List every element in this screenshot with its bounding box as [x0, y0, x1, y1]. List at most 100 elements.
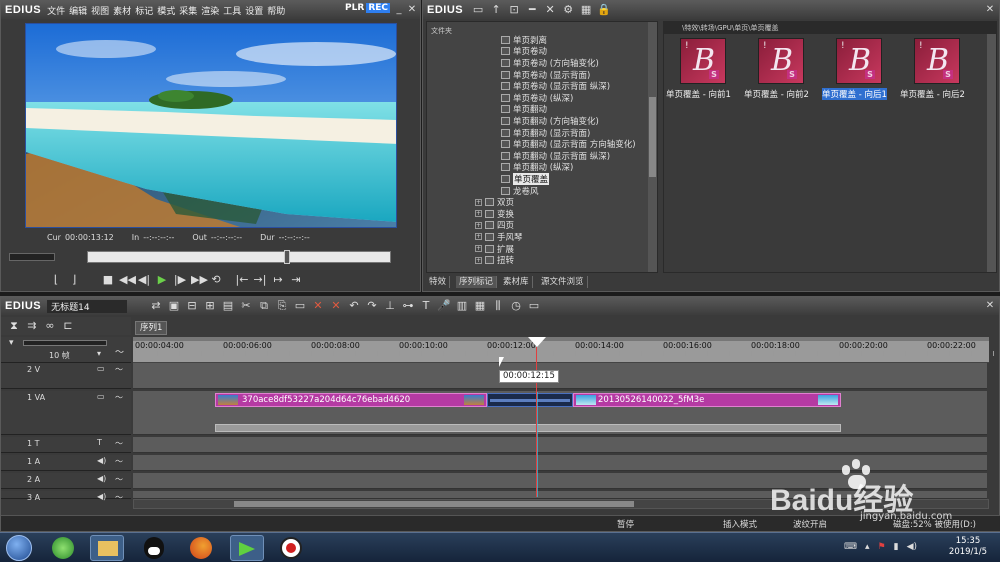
mode-icon-1[interactable]: ⧗	[7, 319, 21, 333]
speaker-icon[interactable]: ◀)	[97, 474, 106, 483]
menu-item[interactable]: 采集	[179, 7, 197, 17]
video-clip-1[interactable]: 370ace8df53227a204d64c76ebad4620	[215, 393, 487, 407]
speaker-icon[interactable]: ◀)	[97, 456, 106, 465]
menu-item[interactable]: 帮助	[267, 7, 285, 17]
layout-icon[interactable]: ▭	[527, 299, 541, 313]
taskbar-qq-icon[interactable]	[144, 537, 164, 559]
tree-item[interactable]: + 双页	[475, 196, 514, 208]
effects-close-icon[interactable]: ✕	[983, 4, 997, 16]
rewind-icon[interactable]: ◀◀	[119, 273, 136, 287]
tray-flag-icon[interactable]: ⚑	[878, 542, 886, 554]
audio-clip[interactable]	[215, 424, 841, 432]
prev-edit-icon[interactable]: |←	[235, 273, 249, 287]
folder-icon[interactable]: ▭	[471, 3, 485, 17]
bin-tab[interactable]: 源文件浏览	[538, 276, 588, 288]
tree-item[interactable]: + 手风琴	[475, 231, 523, 243]
mixer-icon[interactable]: ⫼	[491, 299, 505, 313]
tree-item[interactable]: + 扭转	[475, 254, 514, 266]
tree-item[interactable]: 单页翻动 (显示背面 纵深)	[501, 150, 610, 162]
tray-clock[interactable]: 15:35 2019/1/5	[940, 536, 996, 558]
tray-volume-icon[interactable]: ◀)	[907, 542, 917, 554]
tree-item[interactable]: 单页卷动 (显示背面)	[501, 69, 590, 81]
expand-icon[interactable]: +	[475, 245, 482, 253]
track-lane[interactable]	[133, 437, 987, 453]
taskbar-refresh-icon[interactable]	[52, 537, 74, 559]
waveform-icon[interactable]: 〜	[115, 438, 123, 449]
tray-network-icon[interactable]: ▮	[894, 542, 899, 554]
tree-item[interactable]: 单页卷动 (方向轴变化)	[501, 57, 599, 69]
track-header[interactable]: 1 VA ▭ 〜	[1, 391, 131, 435]
sequence-tab[interactable]: 序列1	[135, 321, 168, 335]
tree-item[interactable]: + 四页	[475, 220, 514, 231]
snapshot-icon[interactable]: ▣	[167, 299, 181, 313]
taskbar-explorer-icon[interactable]	[90, 535, 124, 561]
cut-icon[interactable]: ✂	[239, 299, 253, 313]
mode-icon-4[interactable]: ⊏	[61, 319, 75, 333]
waveform-icon[interactable]: 〜	[115, 364, 123, 375]
clock-icon[interactable]: ◷	[509, 299, 523, 313]
tree-item[interactable]: 单页卷动 (纵深)	[501, 92, 573, 104]
marker-icon[interactable]: ⊥	[383, 299, 397, 313]
start-button[interactable]	[6, 535, 32, 561]
menu-item[interactable]: 模式	[157, 7, 175, 17]
up-icon[interactable]: ↑	[489, 3, 503, 17]
position-slider[interactable]	[87, 250, 391, 264]
render-icon[interactable]: ▥	[455, 299, 469, 313]
tree-scrollbar[interactable]	[648, 22, 657, 272]
copy-icon[interactable]: ⧉	[257, 299, 271, 313]
delete-clip-icon[interactable]: ✕	[311, 299, 325, 313]
delete-icon[interactable]: ✕	[543, 3, 557, 17]
mode-icon-2[interactable]: ⇉	[25, 319, 39, 333]
zoom-slider[interactable]	[23, 340, 107, 346]
properties-icon[interactable]: ⚙	[561, 3, 575, 17]
tree-item[interactable]: 单页卷动	[501, 46, 547, 57]
track-header[interactable]: 2 A ◀) 〜	[1, 473, 131, 489]
menu-item[interactable]: 视图	[91, 7, 109, 17]
tree-item[interactable]: 单页翻动 (显示背面)	[501, 127, 590, 139]
overwrite-icon[interactable]: ⇥	[289, 273, 303, 287]
bin-tab[interactable]: 素材库	[500, 276, 533, 288]
grid-scrollbar[interactable]	[987, 34, 996, 272]
menu-item[interactable]: 素材	[113, 7, 131, 17]
view-icon[interactable]: ▦	[579, 3, 593, 17]
grid-icon[interactable]: ▦	[473, 299, 487, 313]
track-header[interactable]: 1 A ◀) 〜	[1, 455, 131, 471]
lock-icon[interactable]: 🔒	[597, 3, 611, 17]
expand-icon[interactable]: +	[475, 221, 482, 229]
undo-icon[interactable]: ↶	[347, 299, 361, 313]
tree-item[interactable]: 龙卷风	[501, 185, 539, 197]
position-handle[interactable]	[284, 250, 290, 264]
effect-label[interactable]: 单页覆盖 - 向前2	[744, 88, 809, 100]
loop-icon[interactable]: ⟲	[209, 273, 223, 287]
effect-label[interactable]: 单页覆盖 - 向后1	[822, 88, 887, 100]
new-icon[interactable]: ⊡	[507, 3, 521, 17]
minimize-icon[interactable]: _	[392, 4, 406, 16]
tree-item[interactable]: 单页卷动 (显示背面 纵深)	[501, 80, 610, 92]
taskbar-record-icon[interactable]	[280, 537, 302, 559]
paste-icon[interactable]: ⎘	[275, 299, 289, 313]
next-edit-icon[interactable]: →|	[253, 273, 267, 287]
fast-forward-icon[interactable]: ▶▶	[191, 273, 208, 287]
sync-icon[interactable]: 〜	[115, 345, 124, 358]
transition-clip[interactable]	[487, 393, 573, 407]
track-header[interactable]: 1 T T 〜	[1, 437, 131, 453]
title-icon[interactable]: T	[419, 299, 433, 313]
tree-item[interactable]: 单页翻动 (方向轴变化)	[501, 115, 599, 127]
mic-icon[interactable]: 🎤	[437, 299, 451, 313]
timeline-ruler[interactable]: 00:00:04:00 00:00:06:00 00:00:08:00 00:00:1…	[133, 337, 994, 363]
minus-icon[interactable]: ━	[525, 3, 539, 17]
menu-item[interactable]: 设置	[245, 7, 263, 17]
speaker-icon[interactable]: ◀)	[97, 492, 106, 501]
ripple-delete-icon[interactable]: ✕	[329, 299, 343, 313]
waveform-icon[interactable]: 〜	[115, 456, 123, 467]
insert-icon[interactable]: ↦	[271, 273, 285, 287]
header-toggle-icon[interactable]: ▾	[9, 338, 14, 348]
timeline-hscroll-thumb[interactable]	[234, 501, 634, 507]
menu-item[interactable]: 编辑	[69, 7, 87, 17]
tree-item[interactable]: 单页剥离	[501, 34, 547, 46]
step-back-icon[interactable]: ◀|	[137, 273, 151, 287]
effect-thumbnail[interactable]: ! B S	[914, 38, 960, 84]
menu-item[interactable]: 文件	[47, 7, 65, 17]
tree-item[interactable]: 单页翻动	[501, 104, 547, 115]
taskbar-edius-icon[interactable]	[230, 535, 264, 561]
